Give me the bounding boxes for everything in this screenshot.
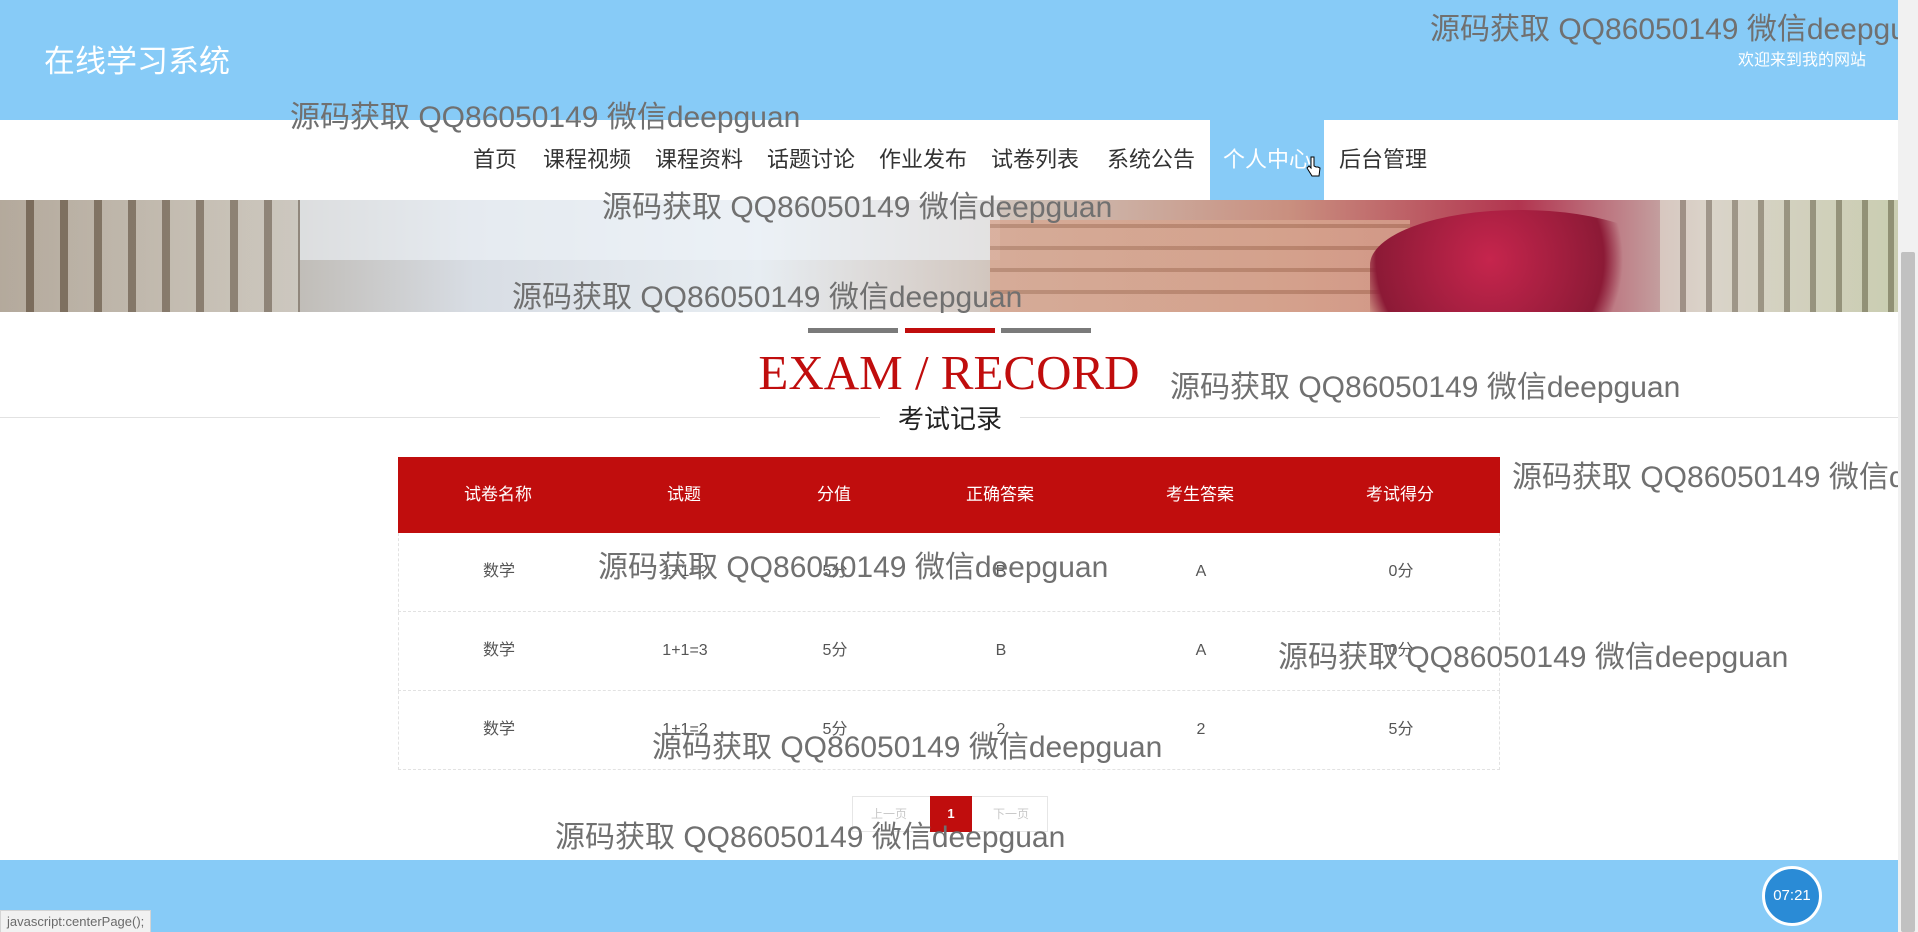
col-header-score: 考试得分 bbox=[1366, 485, 1434, 504]
section-title-cn: 考试记录 bbox=[880, 400, 1020, 438]
next-page-button[interactable]: 下一页 bbox=[993, 797, 1029, 831]
cell-correct-answer: 2 bbox=[996, 721, 1006, 738]
banner-sky bbox=[300, 200, 1000, 260]
col-header-paper-name: 试卷名称 bbox=[464, 485, 532, 504]
nav-item-topic-discussion[interactable]: 话题讨论 bbox=[760, 120, 862, 200]
banner-building-right bbox=[1660, 200, 1898, 312]
nav-item-course-materials[interactable]: 课程资料 bbox=[648, 120, 750, 200]
browser-status-bar: javascript:centerPage(); bbox=[0, 910, 152, 932]
table-row: 数学 1+1=2 5分 2 2 5分 bbox=[398, 691, 1500, 770]
cell-correct-answer: B bbox=[995, 563, 1007, 580]
nav-item-admin[interactable]: 后台管理 bbox=[1328, 120, 1438, 200]
nav-item-exam-list[interactable]: 试卷列表 bbox=[984, 120, 1086, 200]
nav-item-home[interactable]: 首页 bbox=[463, 120, 527, 200]
cell-correct-answer: B bbox=[995, 642, 1007, 659]
site-footer bbox=[0, 860, 1898, 932]
page-1-button[interactable]: 1 bbox=[930, 796, 972, 832]
nav-item-homework[interactable]: 作业发布 bbox=[872, 120, 974, 200]
banner-image bbox=[0, 200, 1898, 312]
cell-student-answer: A bbox=[1195, 563, 1207, 580]
page: 在线学习系统 欢迎来到我的网站 首页 课程视频 课程资料 话题讨论 作业发布 试… bbox=[0, 0, 1898, 932]
title-bar-center bbox=[905, 328, 995, 333]
banner-tree bbox=[1370, 210, 1670, 312]
scrollbar-thumb[interactable] bbox=[1901, 252, 1915, 932]
table-header: 试卷名称 试题 分值 正确答案 考生答案 考试得分 bbox=[398, 457, 1500, 533]
timer-badge[interactable]: 07:21 bbox=[1762, 866, 1822, 926]
prev-page-button[interactable]: 上一页 bbox=[871, 797, 907, 831]
site-title[interactable]: 在线学习系统 bbox=[44, 36, 230, 81]
cell-paper-name: 数学 bbox=[482, 721, 515, 738]
main-nav: 首页 课程视频 课程资料 话题讨论 作业发布 试卷列表 系统公告 个人中心 后台… bbox=[0, 120, 1898, 200]
col-header-student-answer: 考生答案 bbox=[1166, 485, 1234, 504]
section-title-en: EXAM / RECORD bbox=[758, 345, 1140, 400]
title-bar-right bbox=[1001, 328, 1091, 333]
page-scrollbar[interactable] bbox=[1898, 0, 1918, 932]
nav-item-course-video[interactable]: 课程视频 bbox=[536, 120, 638, 200]
welcome-text: 欢迎来到我的网站 bbox=[1737, 52, 1866, 69]
title-bar-left bbox=[808, 328, 898, 333]
cell-score: 0分 bbox=[1388, 642, 1414, 659]
nav-item-announcements[interactable]: 系统公告 bbox=[1096, 120, 1206, 200]
pagination: 上一页 1 下一页 bbox=[852, 796, 1048, 832]
table-row: 数学 1+1=? 5分 B A 0分 bbox=[398, 533, 1500, 612]
banner-building-left bbox=[0, 200, 300, 312]
cell-student-answer: A bbox=[1195, 642, 1207, 659]
cell-score: 5分 bbox=[1388, 721, 1414, 738]
hand-cursor-icon bbox=[1306, 156, 1321, 177]
site-header: 在线学习系统 欢迎来到我的网站 bbox=[0, 0, 1898, 120]
cell-paper-name: 数学 bbox=[482, 642, 515, 659]
table-row: 数学 1+1=3 5分 B A 0分 bbox=[398, 612, 1500, 691]
cell-paper-name: 数学 bbox=[482, 563, 515, 580]
watermark: 源码获取 QQ86050149 微信deepguan bbox=[1512, 461, 1898, 494]
col-header-correct-answer: 正确答案 bbox=[966, 485, 1034, 504]
banner-building-center bbox=[990, 220, 1410, 312]
cell-student-answer: 2 bbox=[1196, 721, 1206, 738]
cell-score: 0分 bbox=[1388, 563, 1414, 580]
